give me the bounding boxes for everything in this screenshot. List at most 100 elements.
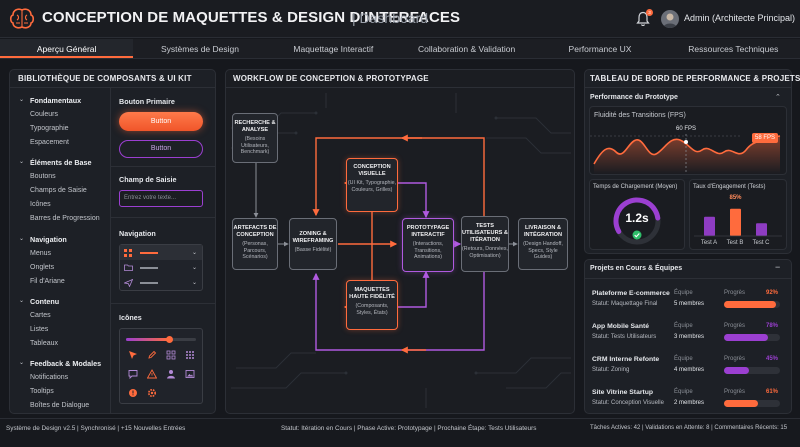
item-onglets[interactable]: Onglets [30, 264, 54, 271]
tab-maquettage-interactif[interactable]: Maquettage Interactif [267, 39, 400, 58]
image-icon [185, 370, 195, 378]
group-fondamentaux[interactable]: Fondamentaux [30, 96, 81, 105]
grid-icon [124, 249, 132, 257]
item-espacement[interactable]: Espacement [30, 139, 69, 146]
node-conception-visuelle[interactable]: CONCEPTION VISUELLE (UI Kit, Typographie… [346, 158, 398, 212]
project-status: Statut: Tests Utilisateurs [592, 334, 657, 340]
project-progress-fill [724, 400, 759, 407]
users-icon [167, 370, 175, 379]
alert-circle-icon [129, 389, 137, 397]
node-title: ARTEFACTS DE CONCEPTION [233, 225, 277, 238]
chevron-down-icon[interactable]: ⌄ [192, 249, 197, 256]
project-name[interactable]: CRM Interne Refonte [592, 356, 659, 363]
tab-collaboration-validation[interactable]: Collaboration & Validation [400, 39, 533, 58]
settings-gear-icon [147, 388, 157, 398]
primary-button-sample[interactable]: Button [119, 112, 203, 131]
node-title: LIVRAISON & INTÉGRATION [523, 225, 563, 238]
tab-performance-ux[interactable]: Performance UX [533, 39, 666, 58]
group-feedback-modales[interactable]: Feedback & Modales [30, 359, 101, 368]
chevron-down-icon[interactable]: ⌄ [19, 96, 24, 103]
project-team-label: Équipe [674, 389, 693, 395]
item-barres-de-progression[interactable]: Barres de Progression [30, 215, 100, 222]
project-progress-label: Progrès [724, 389, 746, 395]
node-desc: (Retours, Données, Optimisation) [462, 245, 508, 259]
project-progress-pct: 78% [766, 323, 779, 329]
navigation-sample-label: Navigation [119, 229, 156, 238]
library-preview-divider [111, 303, 215, 304]
tab-ressources-techniques[interactable]: Ressources Techniques [667, 39, 800, 58]
node-title: MAQUETTES HAUTE FIDÉLITÉ [349, 287, 395, 300]
node-tests-utilisateurs[interactable]: TESTS UTILISATEURS & ITÉRATION (Retours,… [461, 216, 509, 272]
item-boutons[interactable]: Boutons [30, 173, 56, 180]
project-team-label: Équipe [674, 290, 693, 296]
tab-apercu-general[interactable]: Aperçu Général [0, 39, 134, 58]
user-name[interactable]: Admin (Architecte Principal) [684, 13, 795, 23]
fps-peak-point [684, 140, 688, 144]
projects-title: Projets en Cours & Équipes [590, 265, 683, 272]
project-name[interactable]: Site Vitrine Startup [592, 389, 653, 396]
project-progress-label: Progrès [724, 323, 746, 329]
performance-divider [585, 87, 791, 88]
apps-icon [186, 351, 194, 359]
project-name[interactable]: Plateforme E-commerce [592, 290, 670, 297]
project-progress-label: Progrès [724, 356, 746, 362]
node-prototypage-interactif[interactable]: PROTOTYPAGE INTERACTIF (Interactions, Tr… [402, 218, 454, 272]
chevron-down-icon[interactable]: ⌄ [19, 297, 24, 304]
collapse-chevron-icon[interactable]: ⌃ [775, 93, 781, 101]
slider-handle[interactable] [165, 336, 173, 343]
performance-section-title: Performance du Prototype [590, 94, 678, 101]
slider-fill [126, 338, 170, 341]
nav-sample-row-active[interactable] [120, 245, 202, 260]
item-tooltips[interactable]: Tooltips [30, 388, 54, 395]
node-zoning-wireframing[interactable]: ZONING & WIREFRAMING (Basse Fidélité) [289, 218, 337, 270]
node-artefacts-conception[interactable]: ARTEFACTS DE CONCEPTION (Personas, Parco… [232, 218, 278, 270]
notification-badge: 3 [646, 9, 653, 16]
cursor-arrow-icon [129, 351, 137, 359]
collapse-minus-icon[interactable]: − [775, 262, 780, 272]
item-fil-d-ariane[interactable]: Fil d'Ariane [30, 278, 65, 285]
engagement-title: Taux d'Engagement (Tests) [693, 184, 766, 190]
page-subtitle: | Dashboard [352, 10, 428, 26]
tab-systemes-de-design[interactable]: Systèmes de Design [133, 39, 266, 58]
chat-bubble-icon [128, 370, 138, 379]
workflow-title: WORKFLOW DE CONCEPTION & PROTOTYPAGE [233, 74, 429, 83]
dashboard-label: Dashboard [359, 10, 429, 26]
item-boites-de-dialogue[interactable]: Boîtes de Dialogue [30, 402, 89, 409]
chevron-down-icon[interactable]: ⌄ [19, 158, 24, 165]
node-desc: (Personas, Parcours, Scénarios) [242, 240, 268, 261]
item-typographie[interactable]: Typographie [30, 125, 69, 132]
chevron-down-icon[interactable]: ⌄ [19, 359, 24, 366]
engagement-bar [704, 216, 715, 236]
library-vdivider [110, 88, 111, 413]
node-maquettes-haute-fidelite[interactable]: MAQUETTES HAUTE FIDÉLITÉ (Composants, St… [346, 280, 398, 330]
performance-title: TABLEAU DE BORD DE PERFORMANCE & PROJETS [590, 74, 800, 83]
pencil-icon [148, 350, 157, 359]
node-title: PROTOTYPAGE INTERACTIF [406, 225, 450, 238]
item-tableaux[interactable]: Tableaux [30, 340, 58, 347]
item-menus[interactable]: Menus [30, 250, 51, 257]
group-navigation[interactable]: Navigation [30, 235, 67, 244]
status-footer [0, 418, 800, 447]
node-recherche-analyse[interactable]: RECHERCHE & ANALYSE (Besoins Utilisateur… [232, 113, 278, 163]
send-icon [124, 279, 133, 287]
project-name[interactable]: App Mobile Santé [592, 323, 649, 330]
engagement-category-b: Test B [726, 240, 744, 246]
project-progress-label: Progrès [724, 290, 746, 296]
chevron-down-icon[interactable]: ⌄ [19, 235, 24, 242]
outline-button-sample[interactable]: Button [119, 140, 203, 158]
item-icones[interactable]: Icônes [30, 201, 51, 208]
item-couleurs[interactable]: Couleurs [30, 111, 58, 118]
item-notifications[interactable]: Notifications [30, 374, 68, 381]
chevron-down-icon[interactable]: ⌄ [192, 279, 197, 286]
node-livraison-integration[interactable]: LIVRAISON & INTÉGRATION (Design Handoff,… [518, 218, 568, 270]
item-listes[interactable]: Listes [30, 326, 48, 333]
item-cartes[interactable]: Cartes [30, 312, 51, 319]
node-desc: (Besoins Utilisateurs, Benchmark) [240, 135, 270, 156]
user-avatar[interactable] [661, 10, 679, 28]
group-contenu[interactable]: Contenu [30, 297, 59, 306]
node-desc: (Interactions, Transitions, Animations) [412, 240, 444, 261]
library-divider [10, 87, 215, 88]
item-champs-de-saisie[interactable]: Champs de Saisie [30, 187, 87, 194]
chevron-down-icon[interactable]: ⌄ [192, 264, 197, 271]
group-elements-de-base[interactable]: Éléments de Base [30, 158, 92, 167]
